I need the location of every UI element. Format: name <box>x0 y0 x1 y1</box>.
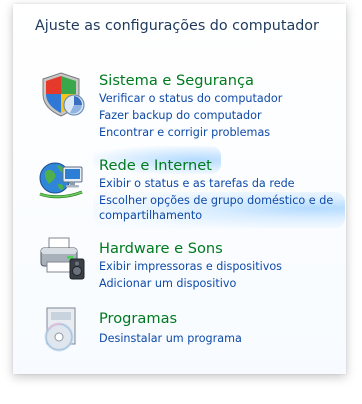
category-title-network-internet[interactable]: Rede e Internet <box>99 157 212 175</box>
control-panel-categories: Ajuste as configurações do computador Si… <box>13 4 346 374</box>
task-link-homegroup-sharing[interactable]: Escolher opções de grupo doméstico e de <box>99 193 333 209</box>
task-link-check-status[interactable]: Verificar o status do computador <box>99 91 282 107</box>
task-link-network-status[interactable]: Exibir o status e as tarefas da rede <box>99 176 295 192</box>
task-link-homegroup-sharing-cont[interactable]: compartilhamento <box>99 208 202 224</box>
page-title: Ajuste as configurações do computador <box>35 18 319 34</box>
category-title-programs[interactable]: Programas <box>99 310 177 328</box>
category-title-system-security[interactable]: Sistema e Segurança <box>99 72 254 90</box>
security-shield-icon[interactable] <box>37 70 85 118</box>
task-link-uninstall[interactable]: Desinstalar um programa <box>99 331 242 347</box>
category-title-hardware-sound[interactable]: Hardware e Sons <box>99 240 223 258</box>
printer-speaker-icon[interactable] <box>37 232 85 280</box>
programs-disc-icon[interactable] <box>37 304 85 352</box>
task-link-devices-printers[interactable]: Exibir impressoras e dispositivos <box>99 259 282 275</box>
network-globe-icon[interactable] <box>37 154 85 202</box>
task-link-backup[interactable]: Fazer backup do computador <box>99 108 262 124</box>
task-link-troubleshoot[interactable]: Encontrar e corrigir problemas <box>99 125 270 141</box>
task-link-add-device[interactable]: Adicionar um dispositivo <box>99 276 236 292</box>
